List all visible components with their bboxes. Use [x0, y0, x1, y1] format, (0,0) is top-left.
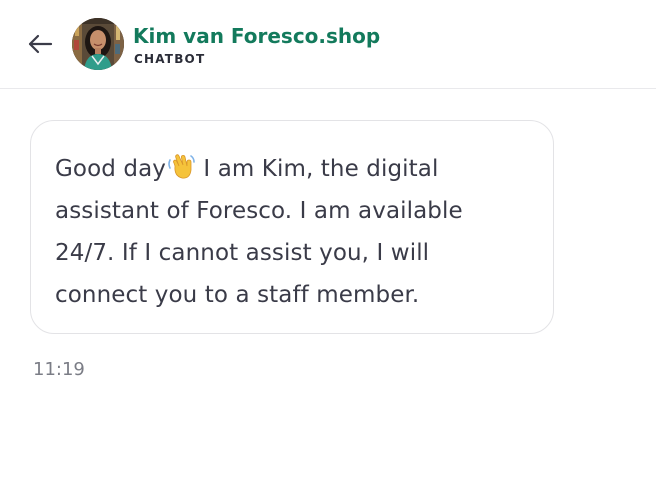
- chat-page: Kim van Foresco.shop CHATBOT Good day I …: [0, 0, 656, 480]
- message-line-4: connect you to a staff member.: [55, 282, 420, 308]
- message-timestamp: 11:19: [33, 359, 85, 380]
- waving-hand-icon: [168, 154, 195, 179]
- message-line-3: 24/7. If I cannot assist you, I will: [55, 240, 430, 266]
- message-line: Good day I am Kim, the digital: [55, 148, 533, 190]
- message-text: Good day I am Kim, the digital assistant…: [55, 148, 533, 316]
- page-title: Kim van Foresco.shop: [133, 24, 381, 48]
- message-line-1b: I am Kim, the digital: [195, 156, 439, 182]
- message-line-1: Good day: [55, 156, 166, 182]
- chatbot-label: CHATBOT: [134, 52, 206, 66]
- arrow-left-icon: [28, 34, 53, 54]
- message-bubble: Good day I am Kim, the digital assistant…: [30, 120, 554, 334]
- chat-header: Kim van Foresco.shop CHATBOT: [0, 0, 656, 89]
- back-button[interactable]: [24, 28, 56, 60]
- message-line-2: assistant of Foresco. I am available: [55, 198, 463, 224]
- avatar: [72, 18, 124, 70]
